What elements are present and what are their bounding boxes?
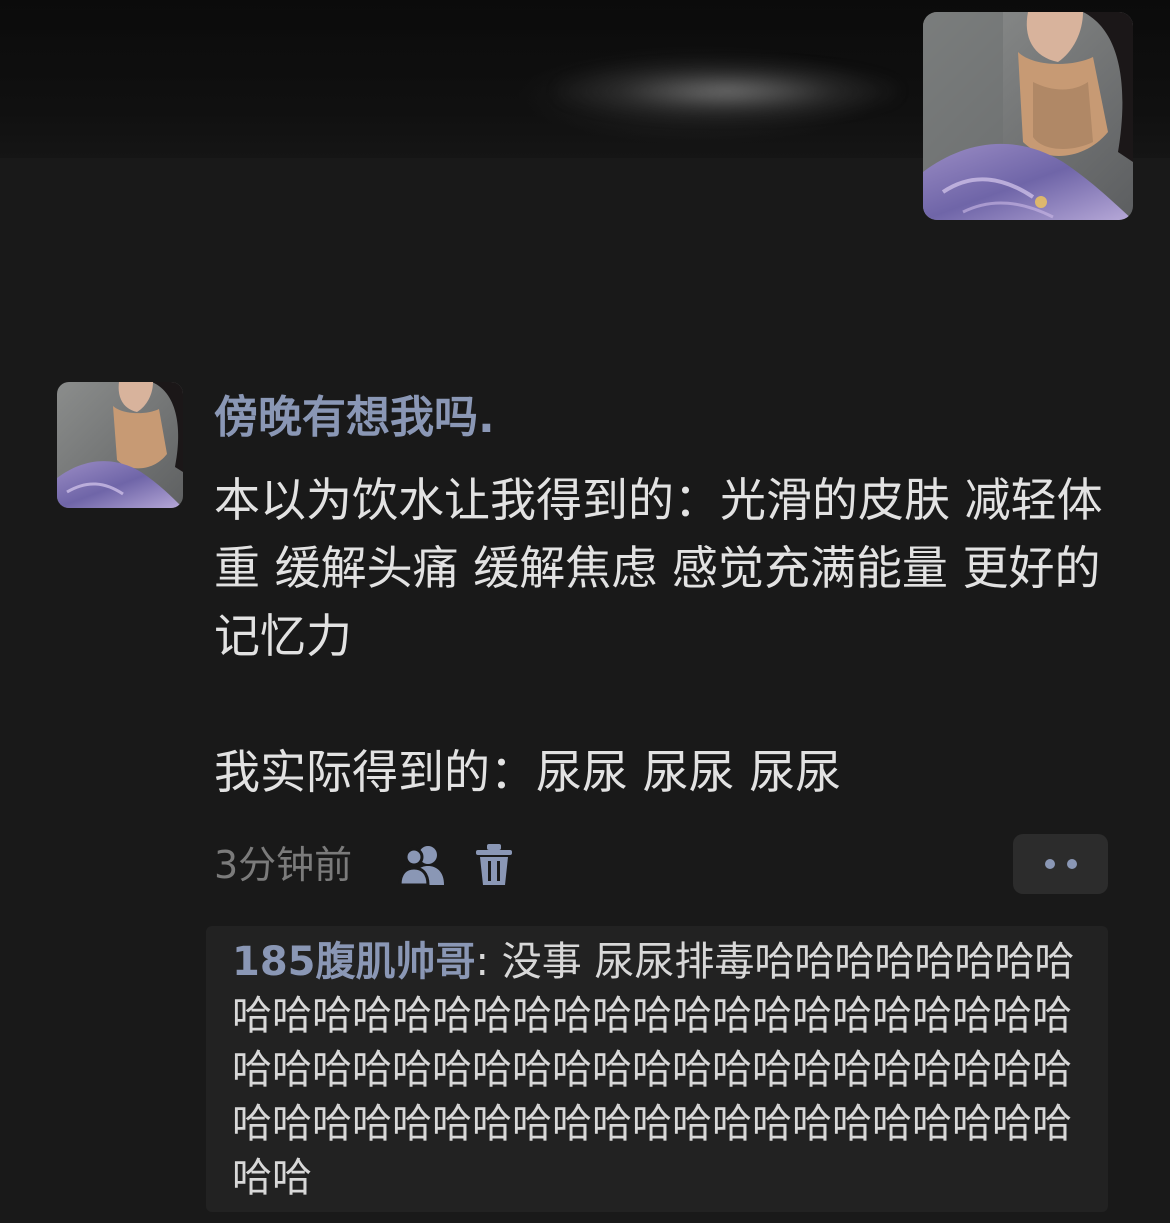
post-paragraph: 本以为饮水让我得到的：光滑的皮肤 减轻体重 缓解头痛 缓解焦虑 感觉充满能量 更… (214, 473, 1103, 663)
more-dots-icon (1045, 859, 1055, 869)
friends-icon[interactable] (398, 843, 448, 887)
profile-avatar[interactable] (923, 12, 1133, 220)
post-author-name[interactable]: 傍晚有想我吗. (214, 388, 495, 448)
comment-author[interactable]: 185腹肌帅哥 (232, 939, 476, 985)
avatar-photo-icon (923, 12, 1133, 220)
comment-item[interactable]: 185腹肌帅哥: 没事 尿尿排毒哈哈哈哈哈哈哈哈哈哈哈哈哈哈哈哈哈哈哈哈哈哈哈哈… (232, 935, 1102, 1205)
trash-icon[interactable] (474, 843, 514, 887)
comment-separator: : (475, 939, 502, 985)
more-options-button[interactable] (1013, 834, 1108, 894)
cover-blurred-caption (555, 62, 900, 120)
post-author-avatar[interactable] (57, 382, 183, 508)
author-photo-icon (57, 382, 183, 508)
post-timestamp: 3分钟前 (214, 843, 353, 887)
post-content: 本以为饮水让我得到的：光滑的皮肤 减轻体重 缓解头痛 缓解焦虑 感觉充满能量 更… (214, 466, 1119, 806)
more-dots-icon (1067, 859, 1077, 869)
post-paragraph: 我实际得到的：尿尿 尿尿 尿尿 (214, 745, 842, 799)
